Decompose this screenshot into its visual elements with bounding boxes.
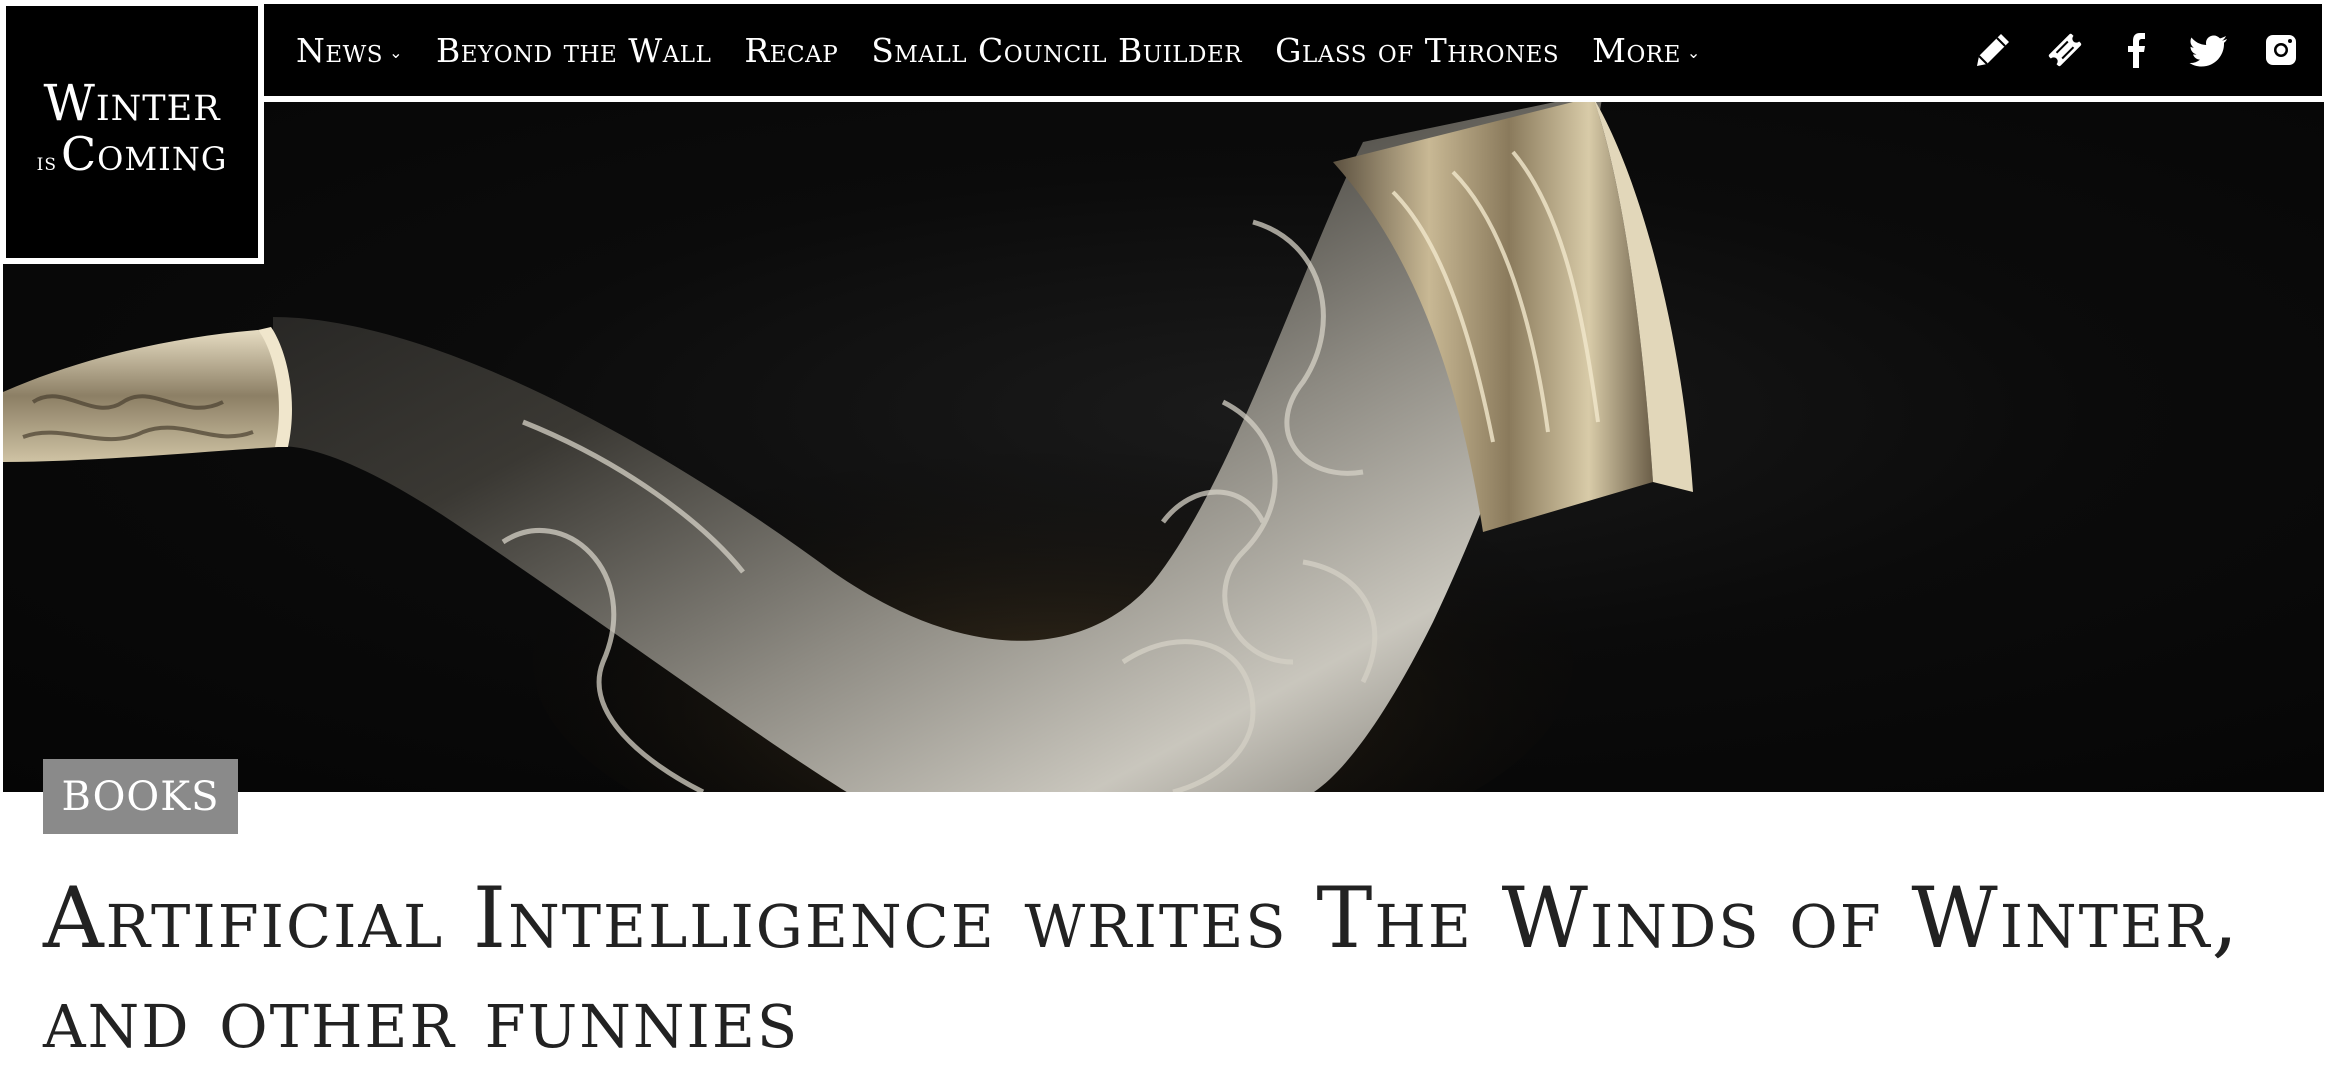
drinking-horn-illustration bbox=[3, 102, 1693, 792]
article-title: Artificial Intelligence writes The Winds… bbox=[43, 869, 2241, 1067]
logo-line-winter: Winter bbox=[43, 74, 221, 132]
instagram-icon[interactable] bbox=[2260, 29, 2302, 71]
nav-item-label: Glass of Thrones bbox=[1275, 30, 1560, 70]
logo-wordmark: Winter is Coming bbox=[6, 6, 258, 258]
social-icons bbox=[1942, 4, 2302, 96]
nav-item-label: News bbox=[296, 30, 384, 70]
nav-item-label: Recap bbox=[744, 30, 839, 70]
chevron-down-icon: ⌄ bbox=[389, 42, 403, 62]
pencil-icon[interactable] bbox=[1972, 29, 2014, 71]
nav-item-recap[interactable]: Recap bbox=[744, 31, 838, 70]
logo-line-is-coming: is Coming bbox=[37, 129, 228, 187]
nav-item-beyond-the-wall[interactable]: Beyond the Wall bbox=[436, 31, 711, 70]
chevron-down-icon: ⌄ bbox=[1686, 42, 1701, 62]
nav-item-label: More bbox=[1592, 30, 1681, 70]
nav-menu: News ⌄ Beyond the Wall Recap Small Counc… bbox=[296, 4, 1734, 96]
nav-item-more[interactable]: More ⌄ bbox=[1592, 31, 1701, 70]
category-badge[interactable]: BOOKS bbox=[43, 759, 238, 834]
facebook-icon[interactable] bbox=[2116, 29, 2158, 71]
top-navigation: News ⌄ Beyond the Wall Recap Small Counc… bbox=[262, 4, 2322, 96]
logo-is: is bbox=[36, 148, 57, 176]
page: News ⌄ Beyond the Wall Recap Small Counc… bbox=[0, 0, 2326, 1088]
nav-item-label: Small Council Builder bbox=[871, 30, 1243, 70]
nav-item-label: Beyond the Wall bbox=[435, 30, 712, 70]
site-logo[interactable]: Winter is Coming bbox=[0, 0, 264, 264]
nav-item-small-council-builder[interactable]: Small Council Builder bbox=[871, 31, 1242, 70]
hero-image bbox=[3, 102, 2324, 792]
nav-item-glass-of-thrones[interactable]: Glass of Thrones bbox=[1275, 31, 1559, 70]
twitter-icon[interactable] bbox=[2188, 29, 2230, 71]
logo-coming: Coming bbox=[60, 127, 228, 181]
nav-item-news[interactable]: News ⌄ bbox=[296, 31, 403, 70]
ticket-icon[interactable] bbox=[2044, 29, 2086, 71]
